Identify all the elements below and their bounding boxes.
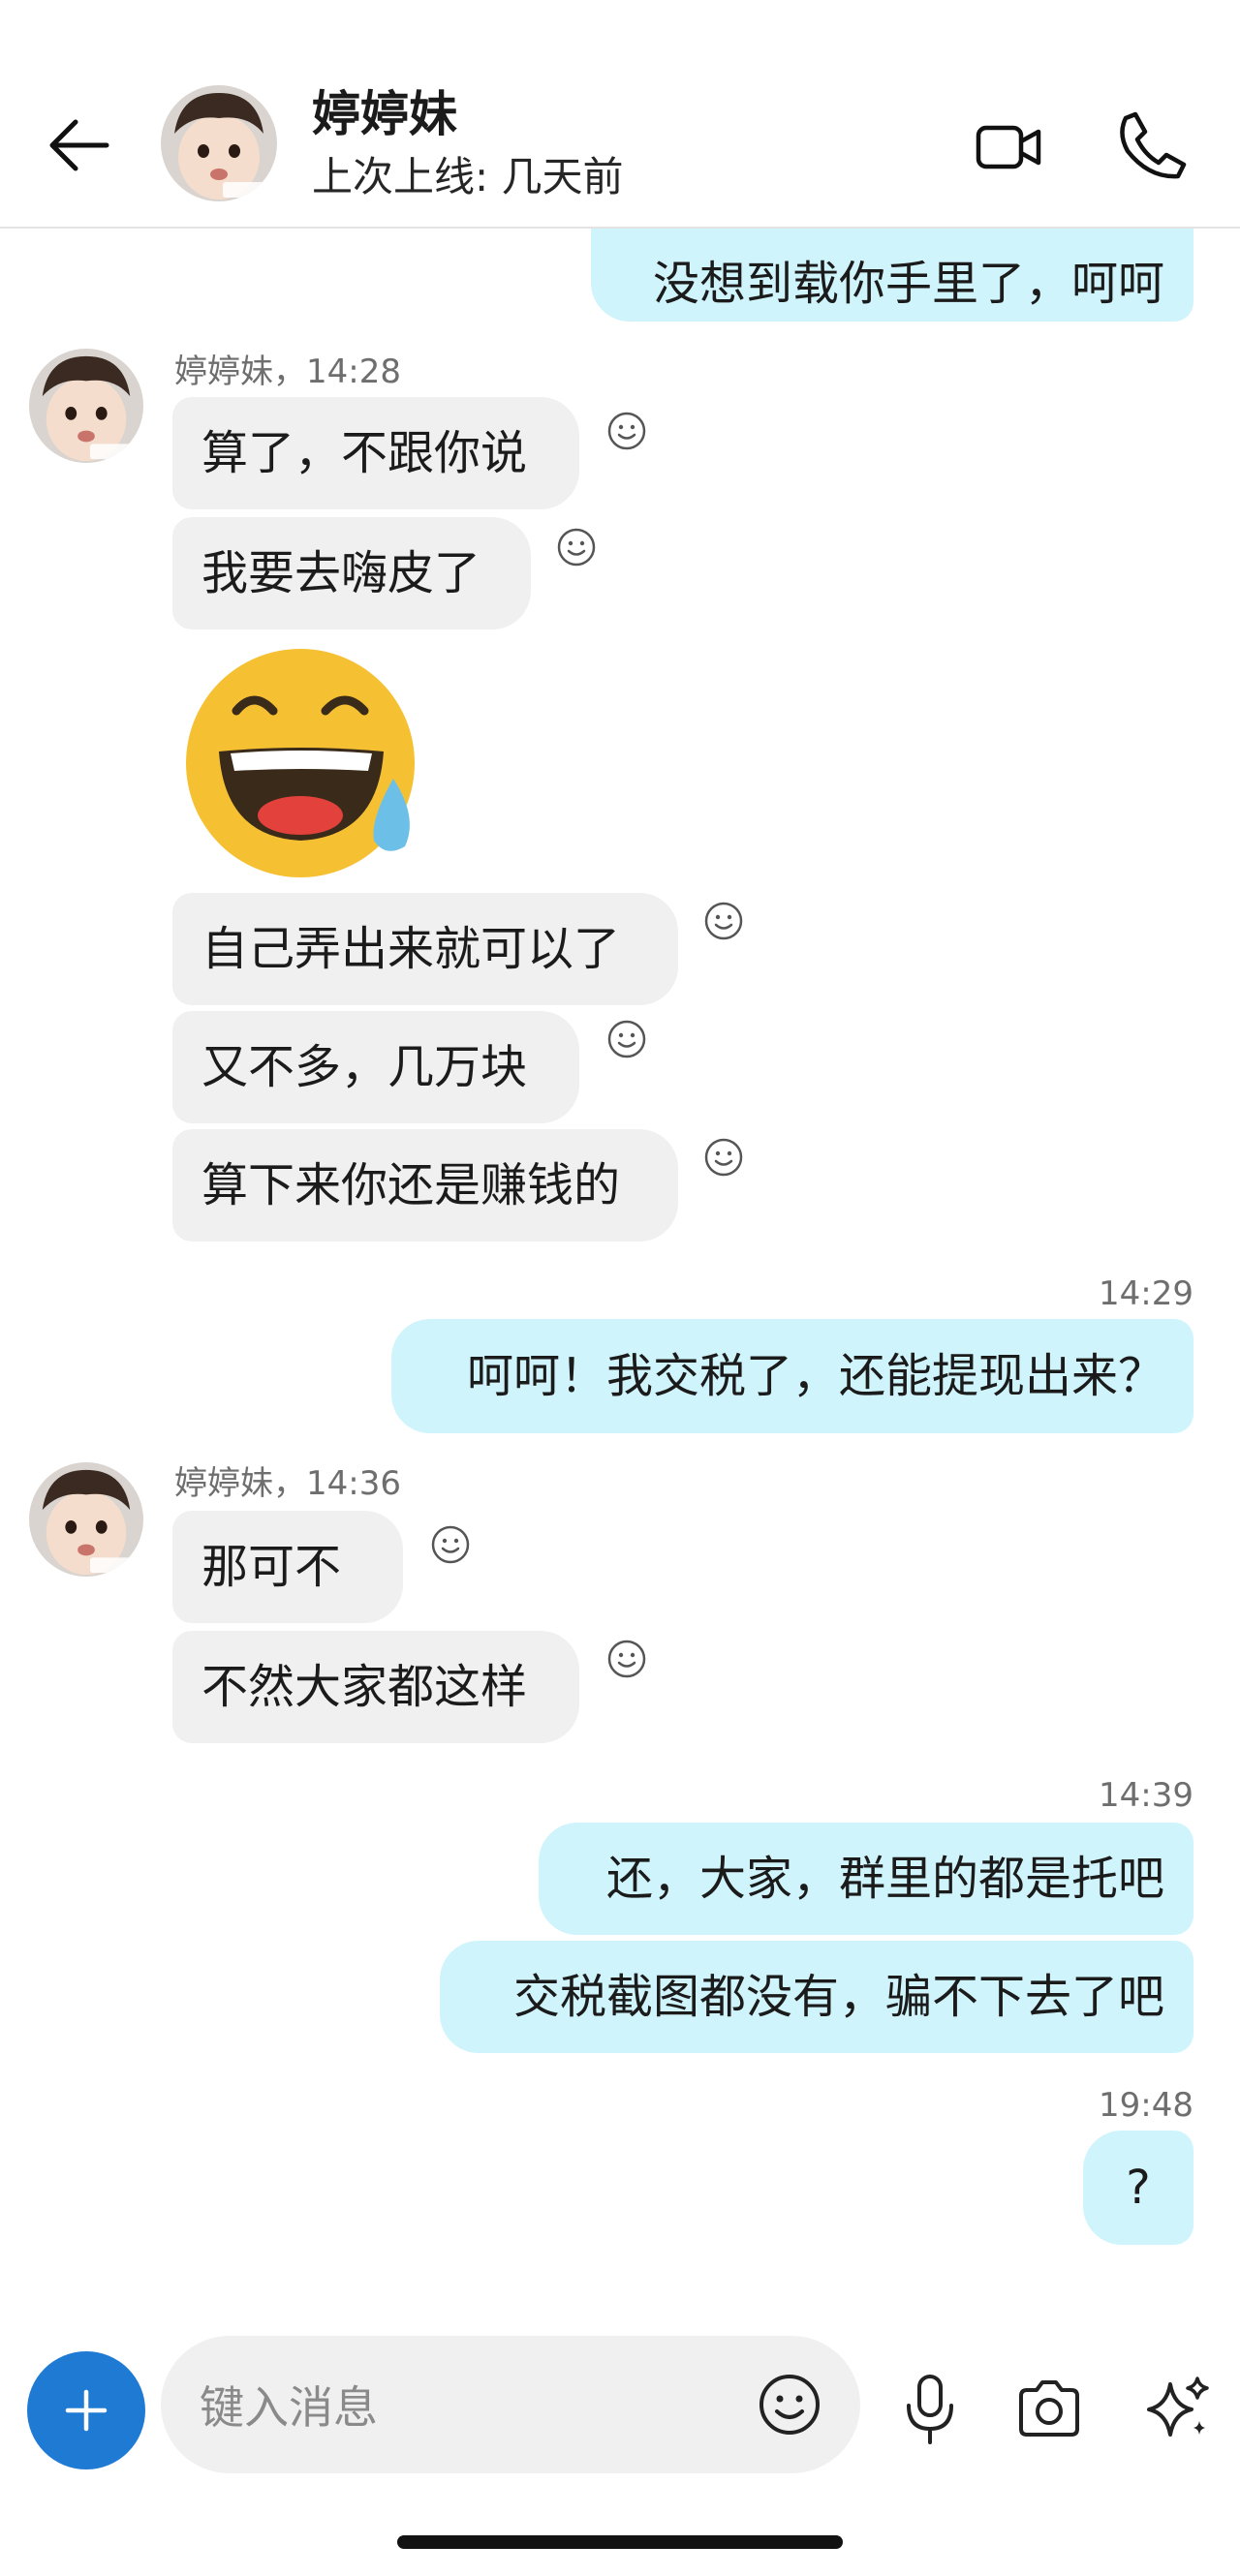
camera-button[interactable]: [1015, 2377, 1083, 2440]
add-reaction-button[interactable]: [703, 901, 744, 941]
contact-avatar[interactable]: [161, 85, 277, 201]
incoming-message[interactable]: 又不多，几万块: [172, 1011, 579, 1123]
incoming-message[interactable]: 算下来你还是赚钱的: [172, 1129, 678, 1242]
message-text: 不然大家都这样: [202, 1660, 528, 1714]
sparkle-icon: [1147, 2377, 1209, 2437]
camera-icon: [1019, 2380, 1079, 2437]
message-text: 没想到载你手里了，呵呵: [652, 257, 1164, 311]
add-reaction-button[interactable]: [556, 527, 597, 567]
message-text: 还，大家，群里的都是托吧: [605, 1852, 1164, 1906]
add-reaction-button[interactable]: [606, 411, 647, 451]
incoming-message[interactable]: 自己弄出来就可以了: [172, 893, 678, 1005]
back-button[interactable]: [43, 107, 120, 184]
message-text: 我要去嗨皮了: [202, 546, 481, 600]
voice-call-button[interactable]: [1116, 108, 1190, 182]
microphone-icon: [907, 2375, 953, 2444]
add-attachment-button[interactable]: [27, 2351, 145, 2469]
message-timestamp: 14:29: [1099, 1274, 1194, 1313]
incoming-message[interactable]: 算了，不跟你说: [172, 397, 579, 509]
outgoing-message[interactable]: ?: [1083, 2131, 1194, 2245]
incoming-message[interactable]: 不然大家都这样: [172, 1631, 579, 1743]
add-reaction-button[interactable]: [703, 1137, 744, 1178]
video-camera-icon: [976, 125, 1041, 169]
home-indicator[interactable]: [397, 2535, 843, 2549]
arrow-left-icon: [49, 119, 109, 171]
message-text: 自己弄出来就可以了: [202, 922, 621, 976]
message-timestamp: 19:48: [1099, 2086, 1194, 2125]
smiley-reaction-icon: [704, 902, 743, 940]
smiley-reaction-icon: [607, 1640, 646, 1678]
grinning-sweat-emoji[interactable]: [180, 643, 426, 881]
sender-name-time: 婷婷妹，14:28: [174, 353, 401, 391]
phone-icon: [1120, 111, 1187, 179]
outgoing-message[interactable]: 交税截图都没有，骗不下去了吧: [440, 1941, 1194, 2053]
add-reaction-button[interactable]: [430, 1524, 471, 1565]
message-text: 算下来你还是赚钱的: [202, 1158, 621, 1212]
emoji-icon: [760, 2375, 820, 2435]
message-text: 交税截图都没有，骗不下去了吧: [512, 1970, 1164, 2024]
emoji-button[interactable]: [758, 2373, 822, 2437]
smiley-reaction-icon: [607, 412, 646, 450]
message-text: 呵呵！我交税了，还能提现出来？: [466, 1349, 1164, 1403]
add-reaction-button[interactable]: [606, 1639, 647, 1679]
video-call-button[interactable]: [975, 112, 1044, 182]
message-text: 又不多，几万块: [202, 1040, 528, 1094]
incoming-message[interactable]: 我要去嗨皮了: [172, 517, 531, 629]
incoming-message[interactable]: 那可不: [172, 1511, 403, 1623]
message-text: 那可不: [202, 1540, 342, 1594]
message-text: 算了，不跟你说: [202, 426, 528, 480]
message-input-placeholder: 键入消息: [200, 2381, 378, 2434]
outgoing-message[interactable]: 还，大家，群里的都是托吧: [539, 1823, 1194, 1935]
sender-avatar[interactable]: [29, 349, 143, 463]
sender-avatar[interactable]: [29, 1462, 143, 1577]
smiley-reaction-icon: [607, 1020, 646, 1058]
smiley-reaction-icon: [704, 1138, 743, 1177]
plus-icon: [65, 2389, 108, 2432]
last-seen-status: 上次上线: 几天前: [312, 153, 624, 200]
smiley-reaction-icon: [557, 528, 596, 567]
voice-message-button[interactable]: [901, 2373, 959, 2446]
ai-assist-button[interactable]: [1143, 2375, 1213, 2442]
outgoing-message[interactable]: 呵呵！我交税了，还能提现出来？: [391, 1319, 1194, 1433]
message-text: ?: [1126, 2161, 1151, 2215]
add-reaction-button[interactable]: [606, 1019, 647, 1059]
smiley-reaction-icon: [431, 1525, 470, 1564]
contact-name[interactable]: 婷婷妹: [312, 85, 457, 143]
sender-name-time: 婷婷妹，14:36: [174, 1464, 401, 1503]
chat-header: 婷婷妹 上次上线: 几天前: [0, 0, 1240, 229]
message-timestamp: 14:39: [1099, 1776, 1194, 1815]
